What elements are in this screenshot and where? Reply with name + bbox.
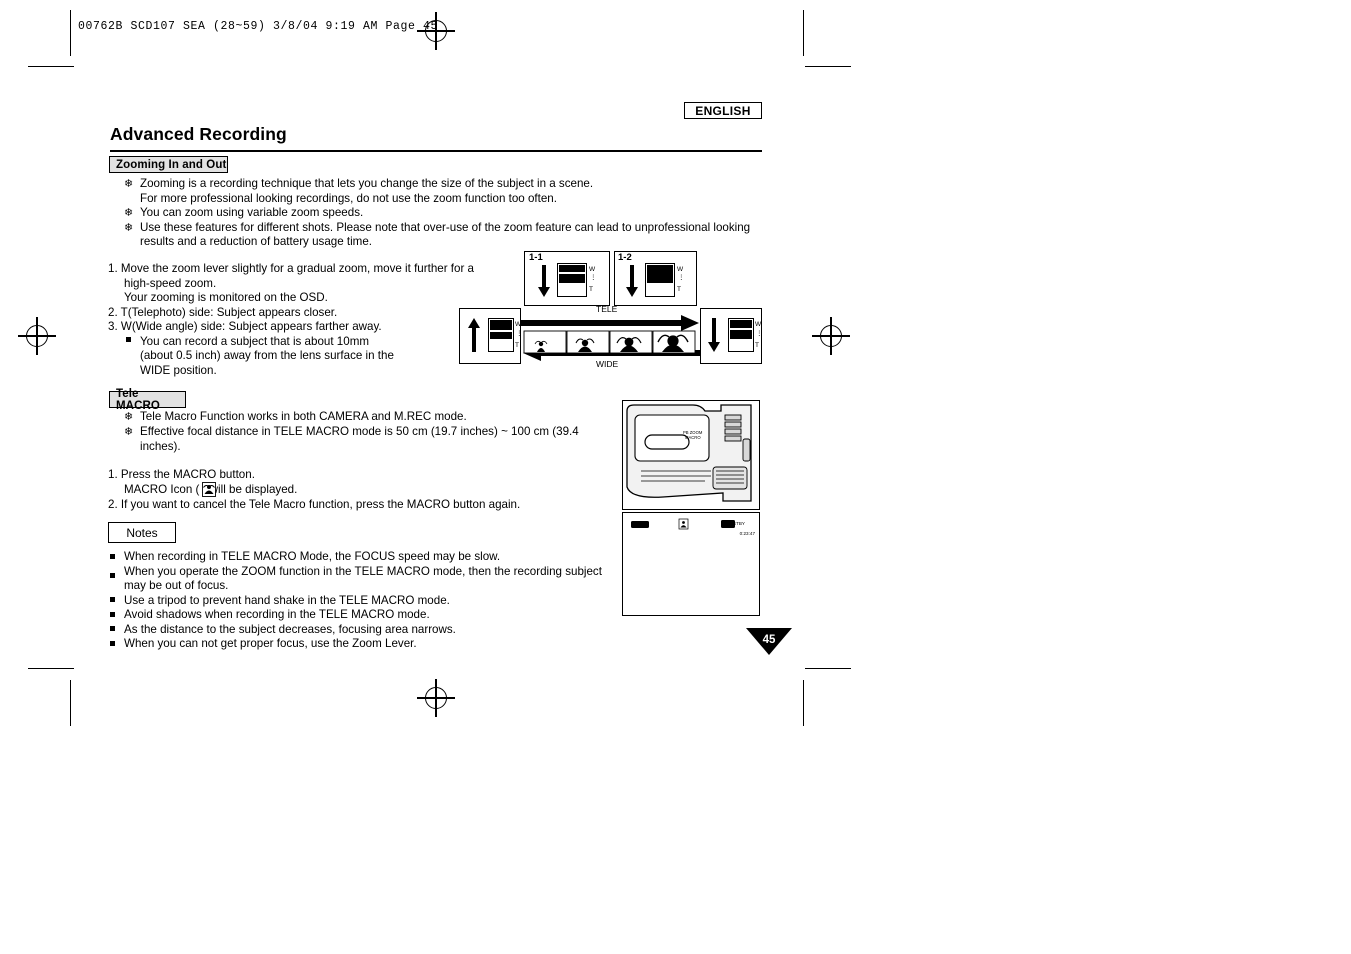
lever-seg-1-1-a [559,265,585,272]
macro-icon [202,482,216,497]
arrow-down-icon-1-1 [538,265,550,297]
figure-label-1-1: 1-1 [529,252,543,263]
macro-step-2: 2. If you want to cancel the Tele Macro … [108,498,521,511]
zoom-step-1-line3: Your zooming is monitored on the OSD. [124,291,328,305]
registration-mark-right-v [830,317,832,355]
note-item-4: Avoid shadows when recording in the TELE… [124,608,430,621]
figure-label-1-2: 1-2 [618,252,632,263]
arrow-up-icon-wide [468,318,480,352]
page-title: Advanced Recording [110,124,287,144]
zoom-step-3-sub-line1: You can record a subject that is about 1… [140,334,370,348]
title-underline [110,150,762,153]
svg-text:MACRO: MACRO [685,435,701,440]
zoom-step-1-line1: 1. Move the zoom lever slightly for a gr… [108,262,475,275]
lever-w-label-1-2: W [677,266,684,273]
page-number: 45 [762,634,776,646]
zoom-step-1-line2: high-speed zoom. [124,276,217,290]
lever-seg-wide-b [490,332,512,339]
zoom-bullet-3-line2: results and a reduction of battery usage… [140,235,373,248]
language-badge: ENGLISH [684,102,762,119]
crop-mark-left-h [28,66,74,68]
arrow-down-icon-tele [708,318,720,352]
fleuron-icon-5: ❄ [124,426,134,438]
registration-mark-bottom-v [435,679,437,717]
macro-bullet-2-line2: inches). [140,439,181,453]
lever-t-label-tele: T [755,342,759,349]
svg-text:0:23:47: 0:23:47 [740,531,756,536]
section-heading-zooming: Zooming In and Out [109,156,228,173]
lever-t-label-1-1: T [589,286,593,293]
zoom-step-3-sub-line3: WIDE position. [140,363,217,377]
square-bullet-note-1 [110,554,115,559]
zoom-step-2: 2. T(Telephoto) side: Subject appears cl… [108,305,338,319]
note-item-2-line1: When you operate the ZOOM function in th… [124,564,602,578]
svg-text:STBY: STBY [733,521,745,526]
square-bullet-note-2 [110,573,115,578]
crop-mark-bottom-left-v [70,680,72,726]
square-bullet-note-4 [110,611,115,617]
square-bullet-zoom-1 [126,337,131,342]
lever-seg-1-1-b [559,274,585,283]
note-item-3: Use a tripod to prevent hand shake in th… [124,593,450,607]
square-bullet-note-5 [110,626,115,631]
crop-mark-bottom-right-v [803,680,805,726]
zoom-step-3: 3. W(Wide angle) side: Subject appears f… [108,320,382,334]
zoom-bullet-3-line1: Use these features for different shots. … [140,220,751,234]
zoom-range-strip [521,315,701,361]
zoom-bullet-1-line1: Zooming is a recording technique that le… [140,177,594,190]
crop-mark-right-h [805,66,851,68]
fleuron-icon-2: ❄ [124,207,134,219]
arrow-down-icon-1-2 [626,265,638,297]
lever-w-label-tele: W [755,321,762,328]
lever-dots-1-1: ⋮ [590,274,597,281]
lever-w-label-1-1: W [589,266,596,273]
lever-dots-1-2: ⋮ [678,274,685,281]
note-item-2-line2: may be out of focus. [124,579,229,592]
macro-bullet-2-line1: Effective focal distance in TELE MACRO m… [140,425,579,438]
figure-lcd-display: STBY 0:23:47 [622,512,760,616]
registration-mark-left-v [36,317,38,355]
macro-bullet-1: Tele Macro Function works in both CAMERA… [140,410,467,423]
print-header-line: 00762B SCD107 SEA (28~59) 3/8/04 9:19 AM… [78,20,439,33]
section-heading-tele-macro: Tele MACRO [109,388,186,412]
zoom-step-3-sub-line2: (about 0.5 inch) away from the lens surf… [140,349,394,362]
camcorder-illustration: PB ZOOM MACRO [626,404,752,502]
square-bullet-note-6 [110,640,115,646]
note-item-5: As the distance to the subject decreases… [124,622,456,636]
figure-camcorder: PB ZOOM MACRO [622,400,760,510]
crop-mark-left-h-bottom [28,668,74,670]
fleuron-icon-4: ❄ [124,411,134,423]
notes-label: Notes [108,522,176,543]
note-item-6: When you can not get proper focus, use t… [124,637,417,650]
macro-step-1: 1. Press the MACRO button. [108,468,255,481]
lever-seg-1-2-a [647,265,673,283]
fleuron-icon-1: ❄ [124,178,134,190]
note-item-1: When recording in TELE MACRO Mode, the F… [124,550,501,563]
zoom-bullet-2: You can zoom using variable zoom speeds. [140,206,364,219]
fleuron-icon-3: ❄ [124,221,134,234]
lever-seg-tele-b [730,330,752,339]
lever-dots-tele: ⋮ [756,330,763,337]
lever-t-label-wide: T [515,342,519,349]
lever-seg-tele-a [730,320,752,328]
square-bullet-note-3 [110,597,115,602]
tele-label: TELE [596,304,618,314]
crop-mark-top-right-v [803,10,805,56]
zoom-bullet-1-line2: For more professional looking recordings… [140,191,557,205]
crop-mark-top-left-v [70,10,72,56]
lcd-osd-illustration: STBY 0:23:47 [631,518,756,536]
lever-seg-wide-a [490,320,512,330]
crop-mark-right-h-bottom [805,668,851,670]
lever-t-label-1-2: T [677,286,681,293]
